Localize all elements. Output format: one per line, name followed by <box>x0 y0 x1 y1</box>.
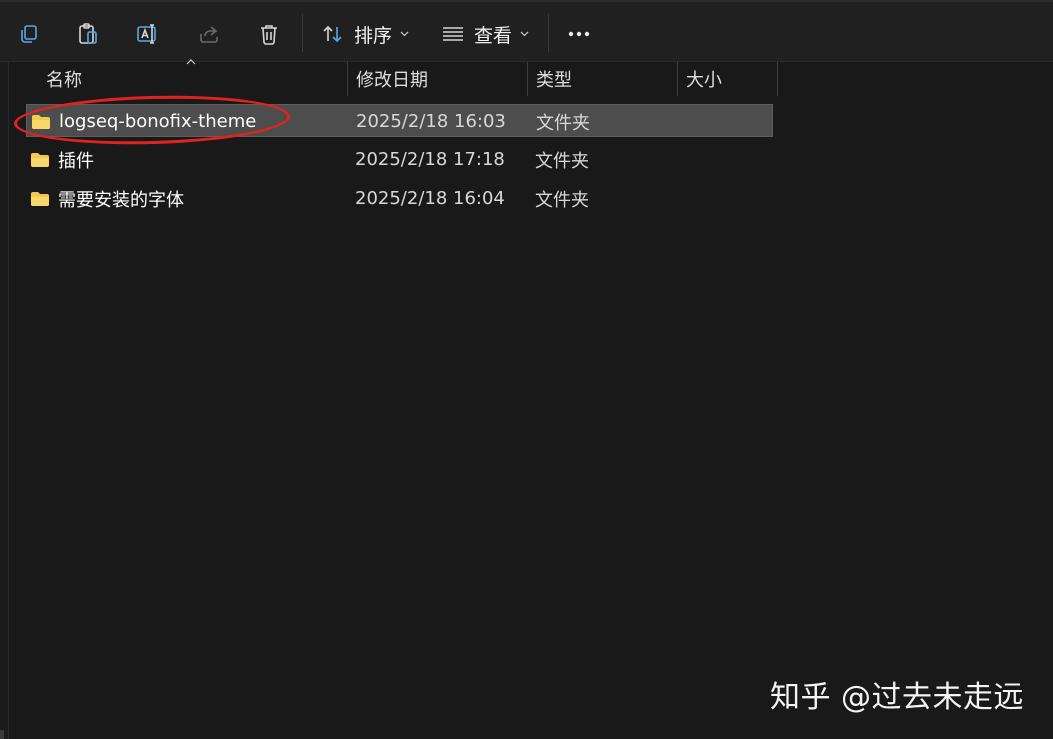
column-header-size-label: 大小 <box>686 70 722 91</box>
file-row[interactable]: 插件 2025/2/18 17:18 文件夹 <box>26 143 773 176</box>
file-modified: 2025/2/18 16:04 <box>355 188 505 209</box>
chevron-down-icon <box>520 31 529 37</box>
rename-button[interactable] <box>126 12 170 56</box>
sort-button[interactable]: 排序 <box>322 12 409 56</box>
toolbar-separator <box>302 14 303 52</box>
file-modified: 2025/2/18 16:03 <box>356 111 506 132</box>
toolbar-separator <box>548 14 549 52</box>
delete-button[interactable] <box>247 12 291 56</box>
file-modified: 2025/2/18 17:18 <box>355 149 505 170</box>
more-options-button[interactable] <box>557 12 601 56</box>
chevron-down-icon <box>400 31 409 37</box>
paste-icon <box>79 23 97 44</box>
scroll-indicator <box>0 730 4 739</box>
file-type: 文件夹 <box>535 150 589 172</box>
copy-icon <box>21 25 37 43</box>
watermark: 知乎 @过去未走远 <box>770 680 1025 715</box>
column-header-type-label: 类型 <box>536 70 572 91</box>
share-icon <box>200 26 218 43</box>
file-name: 插件 <box>58 150 94 172</box>
column-header-name-label: 名称 <box>46 70 82 91</box>
folder-icon <box>32 114 50 129</box>
sort-icon <box>323 25 342 43</box>
rename-icon <box>137 24 156 44</box>
folder-icon <box>31 152 49 167</box>
copy-button[interactable] <box>7 12 51 56</box>
column-header-modified[interactable]: 修改日期 <box>348 62 528 96</box>
sort-label: 排序 <box>354 24 393 47</box>
file-type: 文件夹 <box>535 189 589 211</box>
share-button[interactable] <box>187 12 231 56</box>
file-row[interactable]: 需要安装的字体 2025/2/18 16:04 文件夹 <box>26 182 773 215</box>
file-explorer-window: 排序 查看 名称 修改日期 类型 大小 logseq-bonofix-theme… <box>0 0 1053 739</box>
paste-button[interactable] <box>66 12 110 56</box>
file-type: 文件夹 <box>536 112 590 134</box>
column-header-name[interactable]: 名称 <box>10 59 348 96</box>
more-icon <box>568 31 590 37</box>
file-name: 需要安装的字体 <box>58 189 184 211</box>
file-name: logseq-bonofix-theme <box>59 111 257 132</box>
column-header-size[interactable]: 大小 <box>678 62 778 96</box>
folder-icon <box>31 191 49 206</box>
file-row[interactable]: logseq-bonofix-theme 2025/2/18 16:03 文件夹 <box>26 104 773 137</box>
sort-ascending-icon <box>186 59 196 65</box>
view-label: 查看 <box>474 24 513 47</box>
column-header-type[interactable]: 类型 <box>528 62 678 96</box>
column-header-row: 名称 修改日期 类型 大小 <box>10 59 780 96</box>
delete-icon <box>261 25 277 45</box>
view-icon <box>443 27 463 41</box>
command-bar: 排序 查看 <box>0 0 1053 62</box>
view-button[interactable]: 查看 <box>442 12 529 56</box>
navigation-pane-edge[interactable] <box>0 62 9 739</box>
column-header-modified-label: 修改日期 <box>356 70 428 91</box>
